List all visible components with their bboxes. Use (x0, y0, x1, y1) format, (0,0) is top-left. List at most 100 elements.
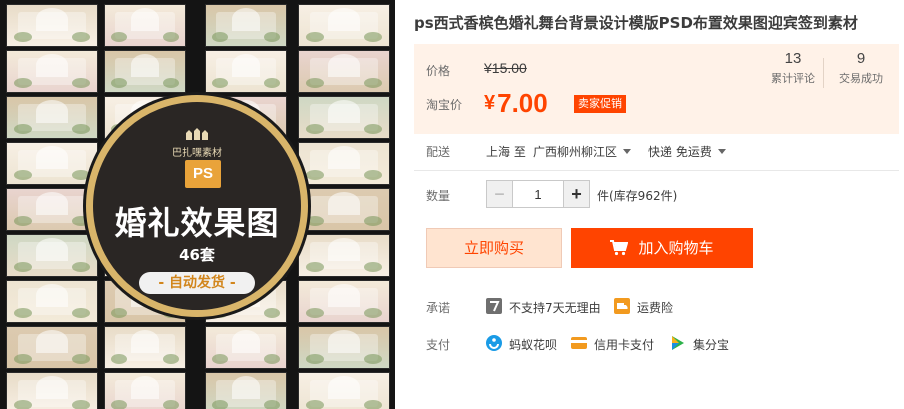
promise-shipping-insurance[interactable]: 运费险 (637, 299, 673, 316)
flower-decoration (14, 124, 33, 134)
flower-decoration (263, 32, 280, 42)
collage-thumbnail (298, 188, 390, 231)
flower-decoration (363, 78, 382, 88)
add-to-cart-button[interactable]: 加入购物车 (571, 228, 753, 268)
chevron-down-icon (623, 149, 632, 154)
stage-arch (327, 192, 361, 215)
brand-name: 巴扎嘿素材 (172, 148, 222, 159)
stat-transactions[interactable]: 9 交易成功 (831, 50, 891, 86)
flower-decoration (306, 78, 325, 88)
increase-quantity-button[interactable]: + (563, 181, 589, 207)
badge-count: 46套 (179, 246, 215, 264)
stage-arch (327, 54, 361, 77)
collage-thumbnail (6, 188, 98, 231)
flower-decoration (162, 78, 179, 88)
flower-decoration (71, 170, 90, 180)
payment-credit-card[interactable]: 信用卡支付 (594, 336, 654, 353)
stat-reviews[interactable]: 13 累计评论 (763, 50, 823, 86)
promise-label: 承诺 (426, 301, 451, 315)
collage-thumbnail (205, 372, 287, 409)
payment-label: 支付 (426, 338, 451, 352)
add-to-cart-label: 加入购物车 (638, 239, 714, 257)
collage-thumbnail (205, 4, 287, 47)
flower-decoration (363, 354, 382, 364)
flower-decoration (14, 308, 33, 318)
review-count: 13 (784, 50, 802, 67)
collage-thumbnail (6, 234, 98, 277)
promise-no-return[interactable]: 不支持7天无理由 (509, 299, 601, 316)
collage-thumbnail (298, 326, 390, 369)
flower-decoration (306, 308, 325, 318)
collage-thumbnail (104, 372, 186, 409)
flower-decoration (306, 262, 325, 272)
flower-decoration (212, 400, 229, 409)
stage-arch (35, 8, 69, 31)
collage-thumbnail (298, 4, 390, 47)
collage-thumbnail (104, 326, 186, 369)
review-count-label: 累计评论 (771, 72, 815, 85)
flower-decoration (363, 400, 382, 409)
flower-decoration (14, 216, 33, 226)
flower-decoration (14, 262, 33, 272)
quantity-input[interactable] (514, 181, 562, 207)
flower-decoration (212, 354, 229, 364)
payment-jifenbao[interactable]: 集分宝 (693, 336, 729, 353)
decrease-quantity-button[interactable]: − (487, 181, 513, 207)
taobao-price-label: 淘宝价 (426, 98, 463, 112)
stage-arch (327, 146, 361, 169)
stage-arch (327, 238, 361, 261)
flower-decoration (263, 78, 280, 88)
shipping-destination-select[interactable]: 广西柳州柳江区 (533, 143, 632, 160)
shipping-origin: 上海 至 (486, 145, 526, 159)
stage-arch (327, 330, 361, 353)
flower-decoration (306, 32, 325, 42)
collage-thumbnail (6, 96, 98, 139)
stage-arch (35, 376, 69, 399)
shipping-destination: 广西柳州柳江区 (533, 145, 618, 159)
product-badge: 巴扎嘿素材 PS 婚礼效果图 46套 - 自动发货 - (86, 95, 308, 317)
promo-tag[interactable]: 卖家促销 (574, 95, 626, 113)
flower-decoration (363, 32, 382, 42)
stage-arch (130, 330, 160, 353)
ps-format-tag: PS (185, 160, 221, 188)
price-panel: 价格 ¥15.00 淘宝价 ¥7.00 卖家促销 13 累计评论 9 交易成功 (414, 44, 899, 134)
stat-divider (823, 58, 824, 88)
flower-decoration (71, 124, 90, 134)
shopping-cart-icon (610, 240, 629, 256)
payment-huabei[interactable]: 蚂蚁花呗 (509, 336, 557, 353)
quantity-stepper: − + (486, 180, 590, 208)
stage-arch (327, 376, 361, 399)
flower-decoration (111, 354, 128, 364)
flower-decoration (263, 354, 280, 364)
flower-decoration (162, 400, 179, 409)
chevron-down-icon (717, 149, 726, 154)
flower-decoration (111, 400, 128, 409)
jifenbao-icon (672, 336, 684, 350)
product-image[interactable]: 巴扎嘿素材 PS 婚礼效果图 46套 - 自动发货 - (0, 0, 395, 409)
buy-now-button[interactable]: 立即购买 (426, 228, 562, 268)
flower-decoration (71, 400, 90, 409)
stage-arch (35, 284, 69, 307)
collage-thumbnail (205, 50, 287, 93)
collage-thumbnail (298, 280, 390, 323)
flower-decoration (363, 216, 382, 226)
taobao-price-value: 7.00 (497, 88, 548, 118)
flower-decoration (14, 78, 33, 88)
flower-decoration (71, 32, 90, 42)
taobao-price: ¥7.00 (484, 88, 548, 119)
shipping-method: 快递 免运费 (648, 145, 712, 159)
flower-decoration (71, 262, 90, 272)
auto-delivery-pill: - 自动发货 - (139, 272, 255, 294)
collage-thumbnail (205, 326, 287, 369)
price-label: 价格 (426, 64, 451, 78)
collage-thumbnail (6, 326, 98, 369)
shipping-method-select[interactable]: 快递 免运费 (648, 143, 726, 160)
flower-decoration (263, 308, 280, 318)
collage-thumbnail (6, 50, 98, 93)
shipping-insurance-icon (614, 298, 630, 314)
stage-arch (35, 330, 69, 353)
badge-headline: 婚礼效果图 (114, 204, 280, 242)
stage-arch (327, 284, 361, 307)
flower-decoration (306, 170, 325, 180)
collage-thumbnail (6, 142, 98, 185)
